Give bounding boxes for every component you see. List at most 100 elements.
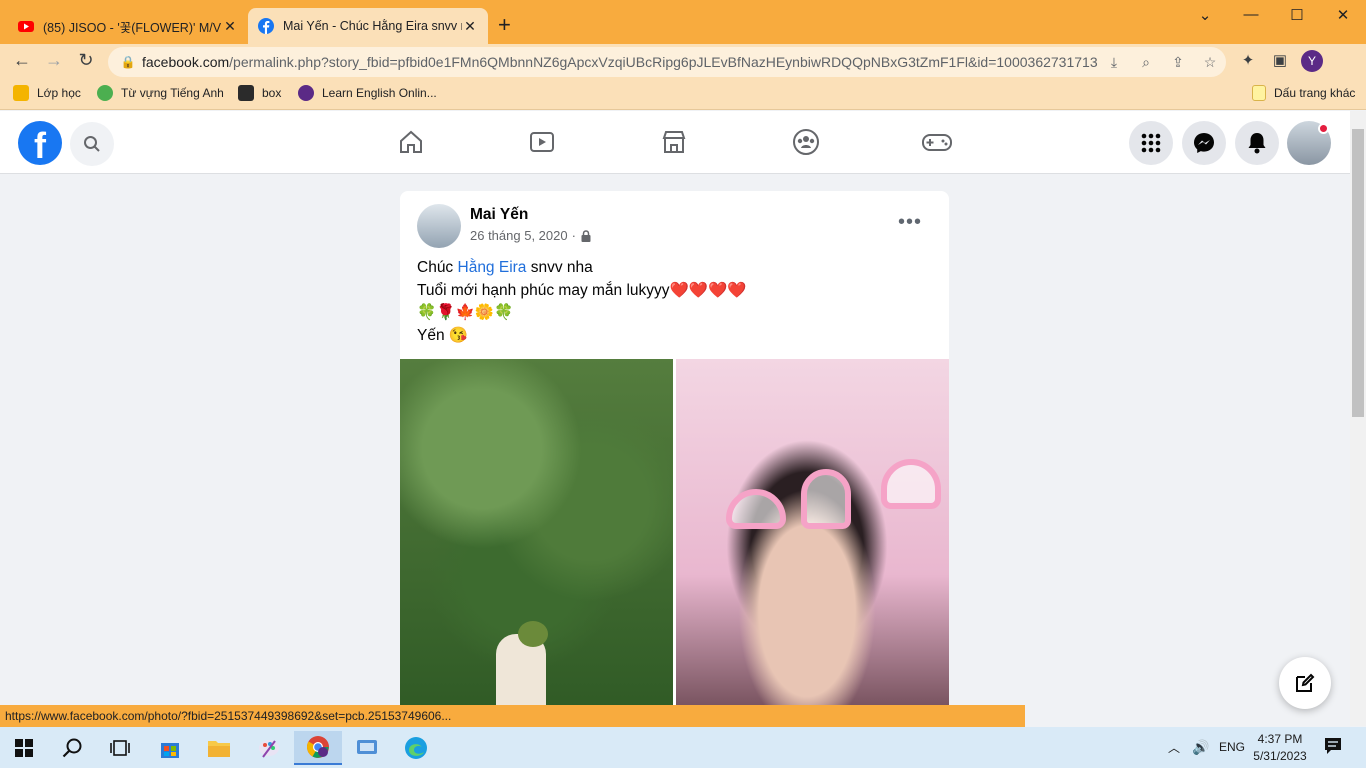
browser-tab-strip: (85) JISOO - '꽃(FLOWER)' M/V - ✕ Mai Yến… [0,0,1366,44]
edge-icon [405,737,427,759]
grid-menu-icon [1141,133,1161,153]
browser-toolbar: ← → ↻ 🔒 facebook.com/permalink.php?story… [0,44,1366,78]
close-icon[interactable]: ✕ [462,18,478,35]
box-icon [238,85,254,101]
post-photo-1[interactable] [400,359,673,711]
paint-icon [259,740,279,758]
system-clock[interactable]: 4:37 PM 5/31/2023 [1248,731,1312,765]
zoom-icon[interactable]: ⌕ [1130,54,1162,71]
groups-icon [793,129,819,155]
bell-icon [1248,133,1266,154]
nav-gaming[interactable] [920,125,954,159]
globe-icon [97,85,113,101]
post-card: Mai Yến 26 tháng 5, 2020 · ••• Chúc Hằng… [400,191,949,711]
lock-icon[interactable]: 🔒 [114,55,142,69]
clock-date: 5/31/2023 [1253,749,1307,763]
author-avatar[interactable] [417,204,461,248]
notification-dot [1318,123,1329,134]
tab-title: Mai Yến - Chúc Hằng Eira snvv nh [283,19,462,33]
start-button[interactable] [0,731,48,765]
messenger-icon [1194,133,1214,153]
bunny-ear-sticker [881,459,941,509]
bookmark-learn-english[interactable]: Learn English Onlin... [298,85,437,101]
forward-arrow-icon[interactable]: → [42,50,66,71]
search-icon [62,738,82,758]
folder-icon [208,741,230,757]
bunny-ear-sticker [801,469,851,529]
address-bar[interactable]: 🔒 facebook.com/permalink.php?story_fbid=… [108,47,1226,77]
search-icon [84,136,100,152]
show-hidden-icons[interactable]: ︿ [1168,739,1180,756]
menu-button[interactable] [1129,121,1173,165]
close-window-icon[interactable]: ✕ [1328,6,1358,24]
facebook-icon [258,18,274,34]
taskbar-store[interactable] [146,731,194,765]
marketplace-icon [662,131,686,153]
back-arrow-icon[interactable]: ← [10,50,34,71]
new-tab-button[interactable]: + [498,12,511,38]
windows-taskbar: ︿ 🔊 ENG 4:37 PM 5/31/2023 [0,727,1366,768]
maximize-icon[interactable]: ☐ [1282,6,1312,24]
facebook-logo[interactable]: f [18,121,62,166]
bookmark-lop-hoc[interactable]: Lớp học [13,85,81,101]
facebook-header: f [0,111,1350,174]
store-icon [161,743,179,758]
side-panel-icon[interactable]: ▣ [1269,51,1291,69]
taskbar-file-explorer[interactable] [195,731,243,765]
lock-icon[interactable] [580,229,592,242]
clock-time: 4:37 PM [1257,732,1303,746]
youtube-icon [18,21,34,32]
post-meta: 26 tháng 5, 2020 · [470,228,592,243]
extensions-puzzle-icon[interactable]: ✦ [1237,51,1259,69]
taskbar-remote-desktop[interactable] [343,731,391,765]
author-name[interactable]: Mai Yến [470,206,528,224]
scrollbar-thumb[interactable] [1352,129,1364,417]
task-view-button[interactable] [96,731,144,765]
taskbar-search[interactable] [48,731,96,765]
nav-groups[interactable] [789,125,823,159]
minimize-icon[interactable]: — [1236,6,1266,23]
remote-desktop-icon [357,740,377,754]
post-line-3: 🍀🌹🍁🌼🍀 [417,304,514,321]
notification-center-icon[interactable] [1324,737,1342,758]
tab-youtube[interactable]: (85) JISOO - '꽃(FLOWER)' M/V - ✕ [8,8,248,44]
search-button[interactable] [70,122,114,166]
new-message-button[interactable] [1279,657,1331,709]
post-line-2: Tuổi mới hạnh phúc may mắn lukyyy❤️❤️❤️❤… [417,281,747,299]
post-date[interactable]: 26 tháng 5, 2020 [470,228,568,243]
nav-marketplace[interactable] [657,125,691,159]
messenger-button[interactable] [1182,121,1226,165]
install-icon[interactable]: ⤓ [1098,54,1130,71]
nav-watch[interactable] [525,125,559,159]
taskbar-paint[interactable] [245,731,293,765]
bookmark-box[interactable]: box [238,85,281,101]
tab-facebook[interactable]: Mai Yến - Chúc Hằng Eira snvv nh ✕ [248,8,488,44]
tab-title: (85) JISOO - '꽃(FLOWER)' M/V - [43,20,222,35]
meta-separator: · [571,228,576,243]
nav-home[interactable] [394,125,428,159]
windows-icon [15,739,33,757]
other-bookmarks[interactable]: Dấu trang khác [1252,85,1355,101]
bookmark-tu-vung[interactable]: Từ vựng Tiếng Anh [97,85,224,101]
taskbar-chrome[interactable] [294,731,342,765]
bookmarks-bar: Lớp học Từ vựng Tiếng Anh box Learn Engl… [0,78,1366,110]
taskbar-edge[interactable] [392,731,440,765]
bookmark-star-icon[interactable]: ☆ [1194,54,1226,71]
post-photo-2[interactable] [676,359,949,711]
reload-icon[interactable]: ↻ [74,50,98,71]
language-indicator[interactable]: ENG [1219,740,1245,754]
volume-icon[interactable]: 🔊 [1192,739,1209,756]
status-url: https://www.facebook.com/photo/?fbid=251… [0,705,1025,727]
profile-avatar[interactable]: Y [1301,50,1323,72]
post-text: Chúc Hằng Eira snvv nha Tuổi mới hạnh ph… [417,257,747,347]
more-options-button[interactable]: ••• [898,211,922,234]
tagged-user-link[interactable]: Hằng Eira [458,259,527,276]
close-icon[interactable]: ✕ [222,18,238,35]
task-view-icon [110,740,130,756]
chevron-down-icon[interactable]: ⌄ [1190,6,1220,24]
compose-icon [1296,673,1315,692]
url-text[interactable]: facebook.com/permalink.php?story_fbid=pf… [142,54,1098,70]
notifications-button[interactable] [1235,121,1279,165]
share-icon[interactable]: ⇪ [1162,54,1194,71]
home-icon [400,130,422,153]
